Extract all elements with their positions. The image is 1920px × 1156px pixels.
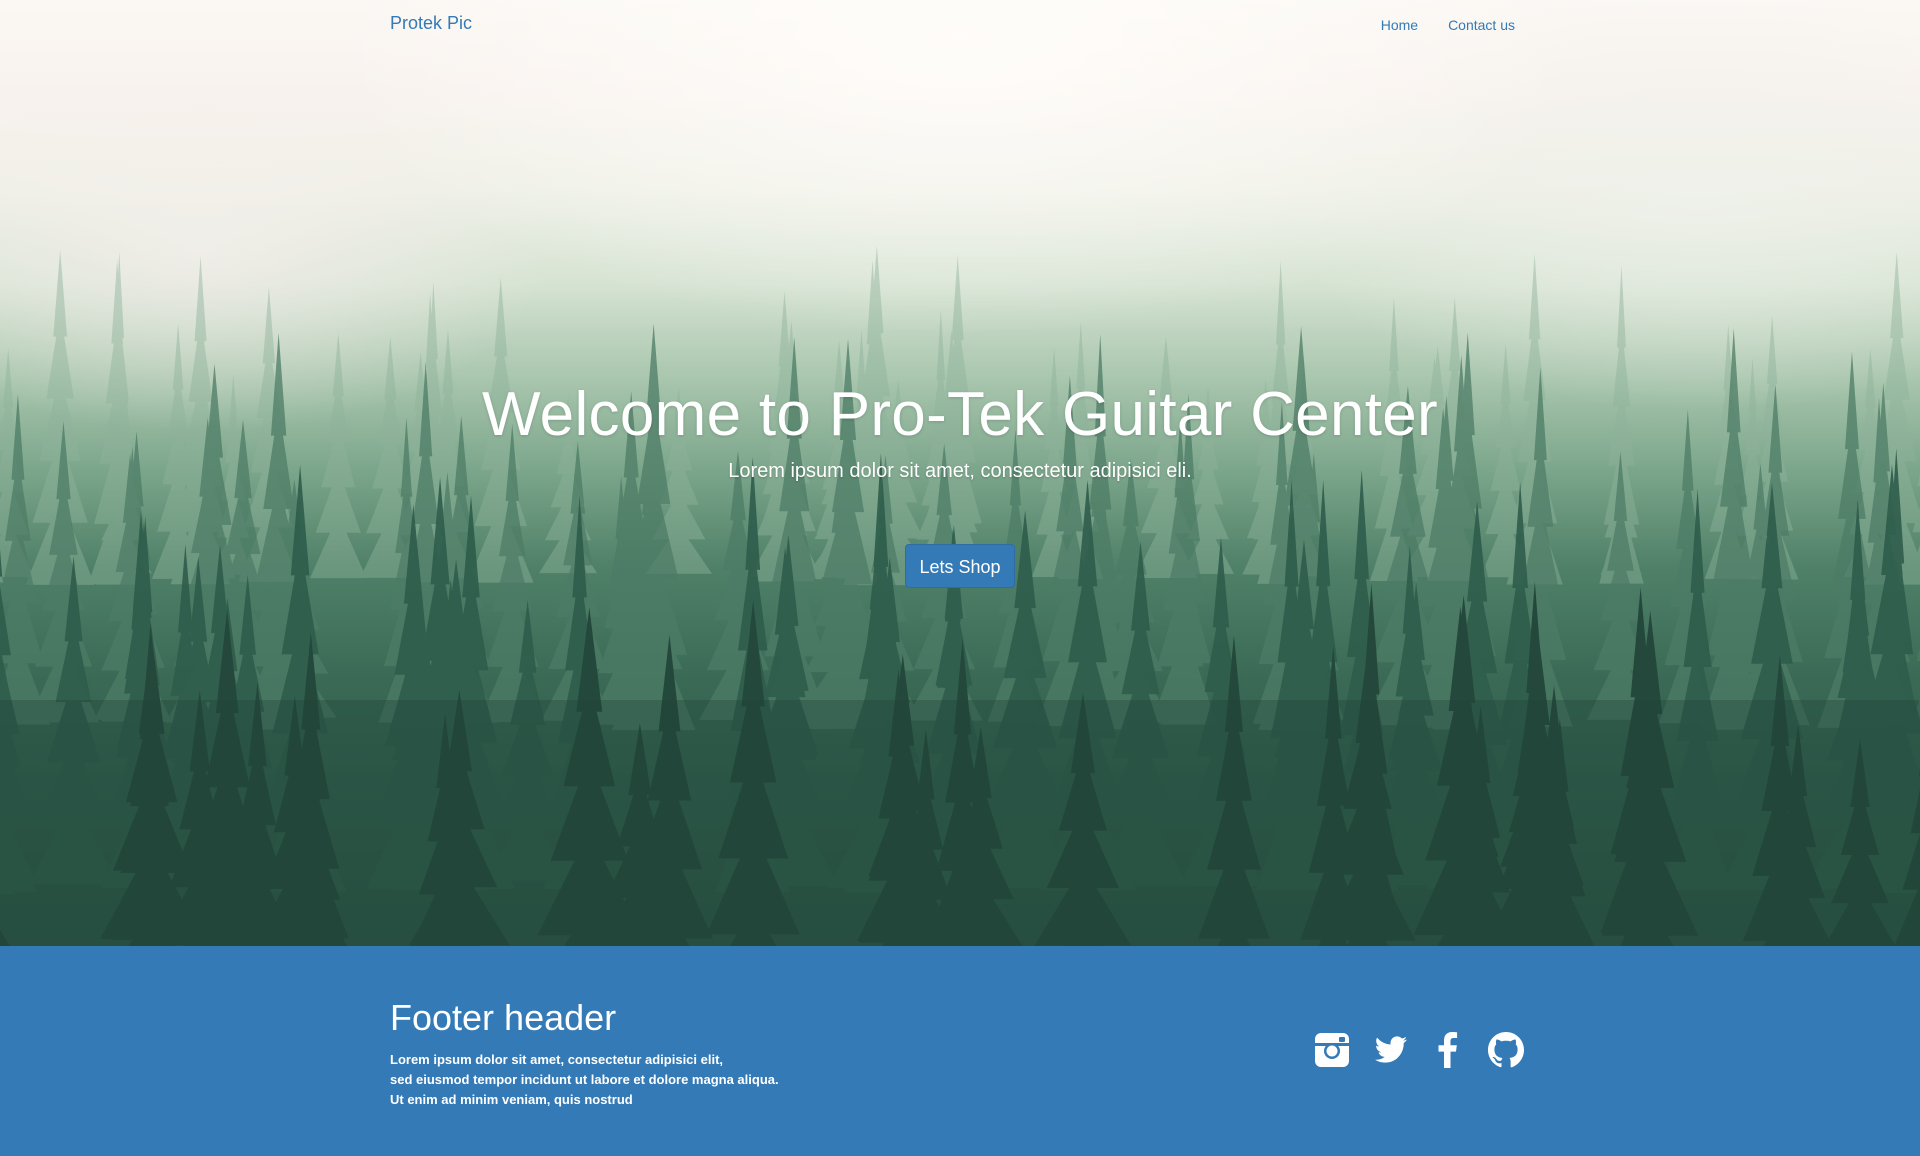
facebook-icon[interactable] — [1428, 1030, 1468, 1070]
lets-shop-button[interactable]: Lets Shop — [905, 544, 1015, 588]
twitter-icon[interactable] — [1370, 1030, 1410, 1070]
navbar: Protek Pic Home Contact us — [0, 0, 1920, 50]
nav-link-home[interactable]: Home — [1381, 17, 1418, 33]
footer-text: Lorem ipsum dolor sit amet, consectetur … — [390, 1050, 910, 1110]
social-links — [1312, 1030, 1526, 1070]
hero-subtitle: Lorem ipsum dolor sit amet, consectetur … — [728, 460, 1192, 482]
hero-title: Welcome to Pro-Tek Guitar Center — [481, 380, 1438, 449]
footer: Footer header Lorem ipsum dolor sit amet… — [0, 946, 1920, 1156]
hero-content: Welcome to Pro-Tek Guitar Center Lorem i… — [0, 372, 1920, 484]
footer-header: Footer header — [390, 997, 617, 1038]
page: Protek Pic Home Contact us Welcome to Pr… — [0, 0, 1920, 1156]
footer-text-line: Ut enim ad minim veniam, quis nostrud — [390, 1092, 633, 1107]
github-icon[interactable] — [1486, 1030, 1526, 1070]
instagram-icon[interactable] — [1312, 1030, 1352, 1070]
nav-link-contact[interactable]: Contact us — [1448, 17, 1515, 33]
brand-link[interactable]: Protek Pic — [390, 13, 472, 34]
nav-links: Home Contact us — [1381, 17, 1515, 33]
footer-text-line: Lorem ipsum dolor sit amet, consectetur … — [390, 1052, 724, 1067]
footer-text-line: sed eiusmod tempor incidunt ut labore et… — [390, 1072, 779, 1087]
